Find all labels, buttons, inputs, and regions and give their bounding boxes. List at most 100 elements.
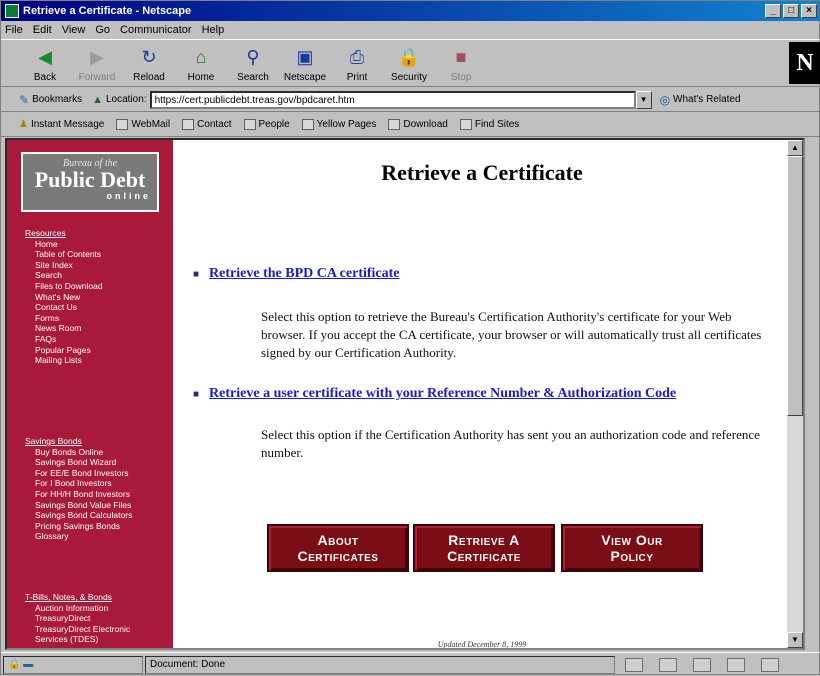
webmail-button[interactable]: WebMail — [116, 119, 170, 130]
retrieve-a-certificate-button[interactable]: Retrieve A Certificate — [413, 524, 555, 572]
sidebar-item[interactable]: Popular Pages — [27, 345, 103, 356]
close-button[interactable]: × — [801, 4, 817, 18]
sidebar-item[interactable]: Forms — [27, 313, 103, 324]
sidebar-item[interactable]: Services (TDES) — [27, 634, 130, 645]
maximize-button[interactable]: □ — [783, 4, 799, 18]
sidebar-item[interactable]: Buy Bonds Online — [27, 447, 132, 458]
composer-icon[interactable] — [761, 657, 779, 672]
newsgroups-icon[interactable] — [693, 657, 711, 672]
retrieve-a-certificate-line1: Retrieve A — [448, 532, 520, 548]
location-toolbar: ✎ Bookmarks ▲ Location: https://cert.pub… — [1, 88, 820, 112]
sidebar-item[interactable]: Contact Us — [27, 302, 103, 313]
menu-file[interactable]: File — [5, 24, 23, 36]
mail-icon[interactable] — [659, 657, 677, 672]
sidebar-item[interactable]: News Room — [27, 323, 103, 334]
option-1: ■ Retrieve the BPD CA certificate — [193, 266, 400, 282]
sidebar-item[interactable]: Savings Bond Wizard — [27, 457, 132, 468]
sidebar-item[interactable]: Pricing Savings Bonds — [27, 521, 132, 532]
print-button[interactable]: ⎙ Print — [331, 42, 383, 86]
search-button[interactable]: ⚲ Search — [227, 42, 279, 86]
resources-heading[interactable]: Resources — [25, 228, 103, 239]
sidebar-item[interactable]: For EE/E Bond Investors — [27, 468, 132, 479]
bookmarks-button[interactable]: Bookmarks — [32, 94, 82, 105]
home-icon: ⌂ — [195, 46, 207, 67]
security-button[interactable]: 🔒 Security — [383, 42, 435, 86]
sidebar-item[interactable]: Savings Bond Value Files — [27, 500, 132, 511]
sidebar-item[interactable]: Site Index — [27, 260, 103, 271]
sidebar-item[interactable]: TreasuryDirect — [27, 613, 130, 624]
view-our-policy-line1: View Our — [601, 532, 663, 548]
retrieve-user-certificate-link[interactable]: Retrieve a user certificate with your Re… — [209, 386, 676, 402]
reload-button[interactable]: ↻ Reload — [123, 42, 175, 86]
netscape-label: Netscape — [283, 72, 327, 83]
window-title: Retrieve a Certificate - Netscape — [23, 5, 192, 17]
bookmark-page-icon — [182, 119, 195, 130]
back-label: Back — [33, 72, 57, 83]
scroll-down-button[interactable]: ▼ — [787, 632, 803, 648]
navigator-icon[interactable] — [625, 657, 643, 672]
sidebar-item[interactable]: Files to Download — [27, 281, 103, 292]
url-field[interactable]: https://cert.publicdebt.treas.gov/bpdcar… — [149, 90, 636, 109]
tbills-section: T-Bills, Notes, & Bonds Auction Informat… — [25, 592, 130, 645]
instant-message-button[interactable]: ♟ Instant Message — [19, 119, 104, 130]
scroll-thumb[interactable] — [787, 156, 803, 416]
sidebar-item[interactable]: Home — [27, 239, 103, 250]
back-button[interactable]: ◀ Back — [19, 42, 71, 86]
sidebar-item[interactable]: For HH/H Bond Investors — [27, 489, 132, 500]
yellow-pages-button[interactable]: Yellow Pages — [301, 119, 376, 130]
sidebar-item[interactable]: Savings Bond Calculators — [27, 510, 132, 521]
netscape-icon: ▣ — [296, 46, 314, 67]
view-our-policy-button[interactable]: View Our Policy — [561, 524, 703, 572]
forward-label: Forward — [78, 72, 116, 83]
menu-communicator[interactable]: Communicator — [120, 24, 192, 36]
stop-icon: ■ — [455, 46, 467, 67]
padlock-icon: 🔒 — [397, 46, 421, 67]
navigation-toolbar: ◀ Back ▶ Forward ↻ Reload ⌂ Home ⚲ Search ▣ Ne… — [1, 39, 820, 87]
sidebar-item[interactable]: Auction Information — [27, 603, 130, 614]
location-icon: ▲ — [92, 93, 103, 106]
sidebar-item[interactable]: Glossary — [27, 531, 132, 542]
whats-related-button[interactable]: What's Related — [673, 94, 741, 105]
vertical-scrollbar[interactable]: ▲ ▼ — [787, 140, 803, 648]
url-dropdown-button[interactable]: ▼ — [635, 90, 652, 109]
sidebar-item[interactable]: Table of Contents — [27, 249, 103, 260]
savings-bonds-heading[interactable]: Savings Bonds — [25, 436, 132, 447]
sidebar-item[interactable]: For I Bond Investors — [27, 478, 132, 489]
menu-go[interactable]: Go — [95, 24, 110, 36]
personal-toolbar: ♟ Instant Message WebMail Contact People … — [1, 113, 820, 137]
about-certificates-button[interactable]: About Certificates — [267, 524, 409, 572]
sidebar-item[interactable]: TreasuryDirect Electronic — [27, 624, 130, 635]
stop-button[interactable]: ■ Stop — [435, 42, 487, 86]
find-sites-button[interactable]: Find Sites — [459, 119, 519, 130]
menu-help[interactable]: Help — [202, 24, 225, 36]
netscape-button[interactable]: ▣ Netscape — [279, 42, 331, 86]
people-label: People — [258, 119, 290, 130]
reload-icon: ↻ — [141, 46, 157, 67]
whats-related-icon: ◎ — [659, 92, 671, 107]
address-book-icon[interactable] — [727, 657, 745, 672]
menu-edit[interactable]: Edit — [33, 24, 52, 36]
tbills-heading[interactable]: T-Bills, Notes, & Bonds — [25, 592, 130, 603]
home-button[interactable]: ⌂ Home — [175, 42, 227, 86]
bullet-icon: ■ — [193, 268, 200, 280]
forward-button[interactable]: ▶ Forward — [71, 42, 123, 86]
retrieve-ca-certificate-link[interactable]: Retrieve the BPD CA certificate — [209, 266, 399, 282]
minimize-button[interactable]: _ — [765, 4, 781, 18]
download-button[interactable]: Download — [388, 119, 448, 130]
security-status[interactable]: 🔒 ▬ — [3, 655, 143, 674]
people-button[interactable]: People — [243, 119, 290, 130]
menu-view[interactable]: View — [62, 24, 86, 36]
sidebar-item[interactable]: What's New — [27, 292, 103, 303]
scroll-up-button[interactable]: ▲ — [787, 140, 803, 156]
reload-label: Reload — [133, 72, 165, 83]
lock-status-icon: 🔒 ▬ — [8, 659, 34, 670]
contact-button[interactable]: Contact — [182, 119, 232, 130]
sidebar-item[interactable]: Search — [27, 270, 103, 281]
public-debt-logo[interactable]: Bureau of the Public Debt online — [21, 152, 159, 212]
sidebar-item[interactable]: FAQs — [27, 334, 103, 345]
stop-label: Stop — [450, 72, 472, 83]
sidebar-item[interactable]: Mailing Lists — [27, 355, 103, 366]
netscape-n-logo: N — [789, 42, 820, 84]
page-viewport: Bureau of the Public Debt online Resourc… — [5, 138, 805, 650]
security-label: Security — [390, 72, 428, 83]
